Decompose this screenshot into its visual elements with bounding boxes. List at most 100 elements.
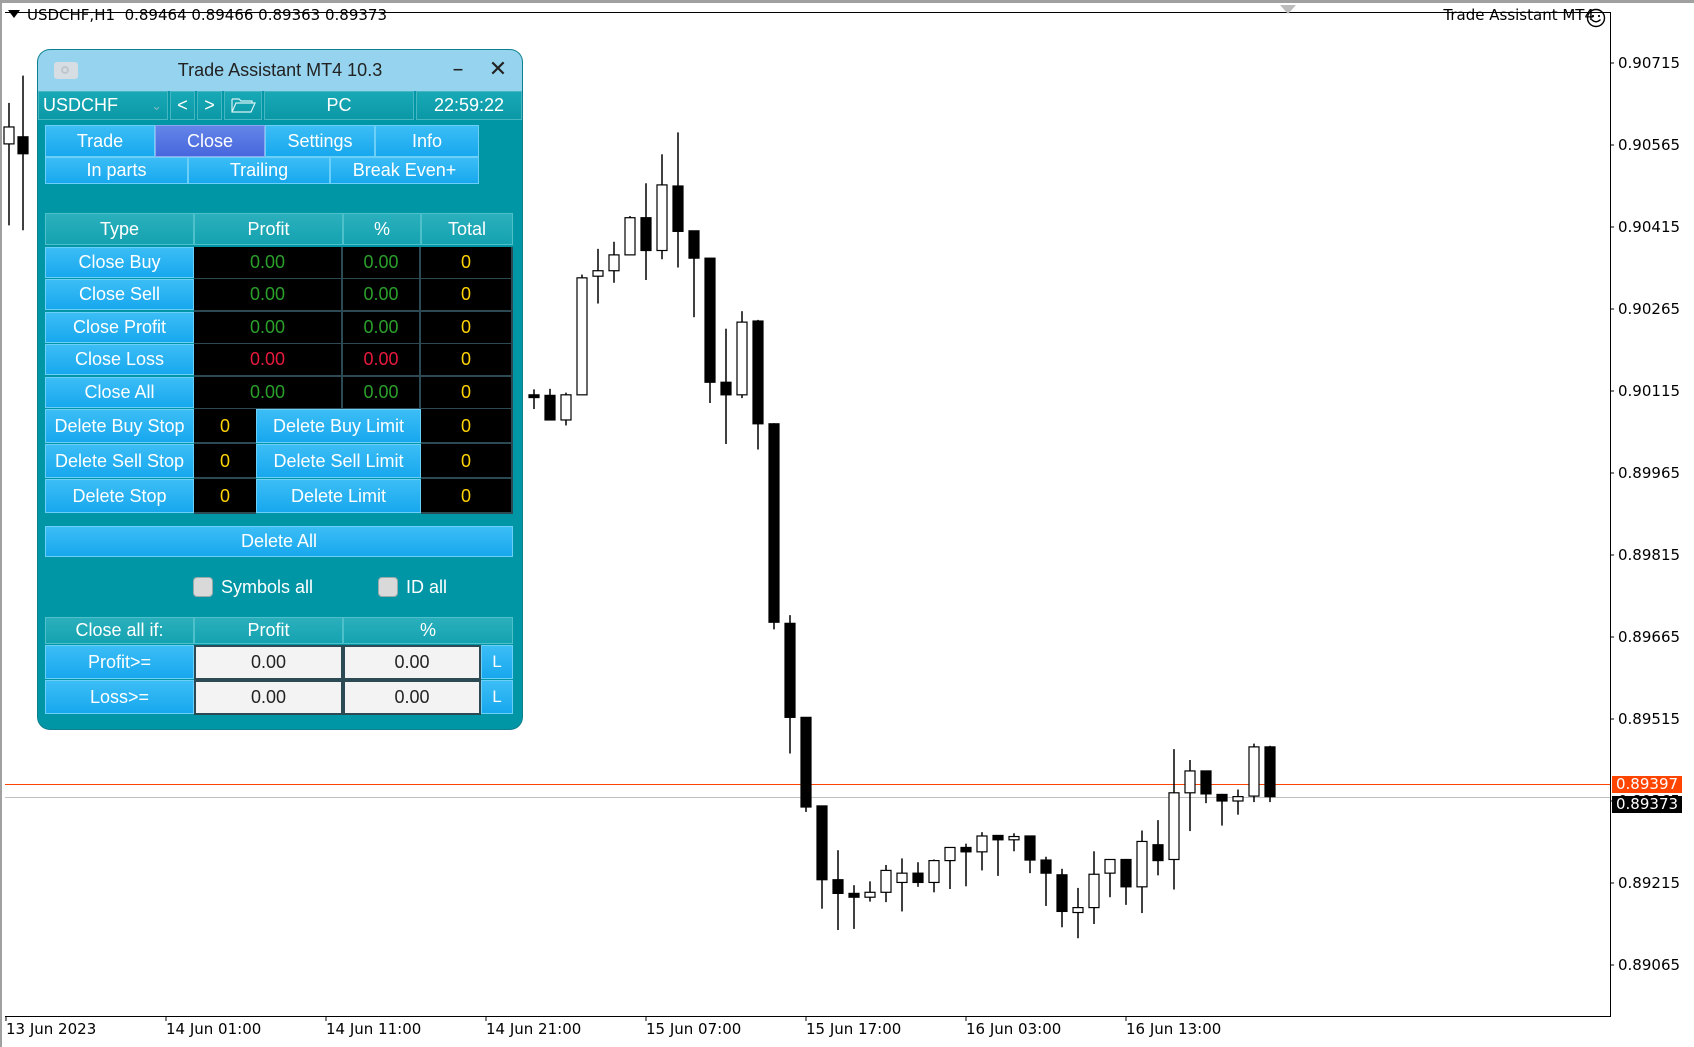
open-folder-button[interactable]	[224, 91, 262, 120]
close-if-percent-input[interactable]: 0.00	[343, 680, 481, 715]
row-percent-value: 0.00	[343, 344, 421, 378]
close-if-header-1: Profit	[194, 617, 343, 644]
symbols-all-label: Symbols all	[221, 577, 314, 597]
price-axis-label: 0.90415	[1618, 218, 1681, 236]
pending-count: 0	[421, 479, 513, 514]
pending-count: 0	[194, 444, 256, 479]
subtab-trailing[interactable]: Trailing	[188, 157, 330, 184]
lock-toggle-button[interactable]: L	[481, 645, 513, 679]
row-profit-value: 0.00	[194, 279, 343, 313]
panel-titlebar[interactable]: Trade Assistant MT4 10.3 – ✕	[38, 50, 522, 91]
close-loss-button[interactable]: Close Loss	[45, 344, 194, 376]
expert-advisor-label: Trade Assistant MT4	[1443, 6, 1594, 24]
table-header-profit: Profit	[194, 213, 343, 245]
profit-threshold-label[interactable]: Profit>=	[45, 645, 194, 679]
close-button[interactable]: ✕	[486, 56, 510, 84]
server-time: 22:59:22	[416, 91, 522, 120]
tab-trade[interactable]: Trade	[45, 125, 155, 157]
row-total-value: 0	[421, 311, 513, 345]
subtab-in-parts[interactable]: In parts	[45, 157, 188, 184]
symbol-select-value: USDCHF	[43, 95, 118, 115]
row-percent-value: 0.00	[343, 376, 421, 410]
price-axis-label: 0.89065	[1618, 956, 1681, 974]
price-axis-label: 0.89815	[1618, 546, 1681, 564]
row-total-value: 0	[421, 247, 513, 280]
table-header-percent: %	[343, 213, 421, 245]
ask-price-tag: 0.89397	[1612, 775, 1683, 793]
delete-limit-button[interactable]: Delete Limit	[256, 479, 421, 513]
chart-menu-triangle-icon[interactable]	[8, 10, 20, 18]
price-axis-label: 0.89665	[1618, 628, 1681, 646]
lock-toggle-button[interactable]: L	[481, 680, 513, 714]
id-all-checkbox[interactable]	[378, 577, 398, 597]
prev-symbol-button[interactable]: <	[170, 91, 195, 120]
symbol-select[interactable]: USDCHF ⌄	[38, 91, 168, 120]
time-axis-label: 15 Jun 07:00	[646, 1020, 742, 1038]
row-profit-value: 0.00	[194, 344, 343, 378]
delete-buy-stop-button[interactable]: Delete Buy Stop	[45, 409, 194, 443]
delete-buy-limit-button[interactable]: Delete Buy Limit	[256, 409, 421, 443]
chart-shift-marker-icon[interactable]	[1280, 5, 1296, 14]
time-axis-label: 14 Jun 01:00	[166, 1020, 262, 1038]
row-percent-value: 0.00	[343, 279, 421, 313]
symbol-timeframe: USDCHF,H1	[27, 6, 116, 24]
row-total-value: 0	[421, 344, 513, 378]
time-axis-label: 16 Jun 03:00	[966, 1020, 1062, 1038]
close-profit-button[interactable]: Close Profit	[45, 311, 194, 343]
pending-count: 0	[194, 409, 256, 444]
delete-stop-button[interactable]: Delete Stop	[45, 479, 194, 513]
minimize-button[interactable]: –	[446, 56, 470, 84]
symbols-all-checkbox[interactable]	[193, 577, 213, 597]
tab-settings[interactable]: Settings	[265, 125, 375, 157]
row-total-value: 0	[421, 279, 513, 313]
row-profit-value: 0.00	[194, 376, 343, 410]
smiley-icon[interactable]	[1586, 8, 1606, 28]
pending-count: 0	[421, 444, 513, 479]
close-if-profit-input[interactable]: 0.00	[194, 645, 343, 680]
delete-sell-limit-button[interactable]: Delete Sell Limit	[256, 444, 421, 478]
price-axis-label: 0.89965	[1618, 464, 1681, 482]
pending-count: 0	[421, 409, 513, 444]
next-symbol-button[interactable]: >	[197, 91, 222, 120]
table-header-type: Type	[45, 213, 194, 245]
price-axis-label: 0.90265	[1618, 300, 1681, 318]
folder-icon	[231, 98, 256, 113]
delete-all-button[interactable]: Delete All	[45, 526, 513, 557]
close-if-header-2: %	[343, 617, 513, 644]
delete-sell-stop-button[interactable]: Delete Sell Stop	[45, 444, 194, 478]
table-header-total: Total	[421, 213, 513, 245]
ohlc-values: 0.89464 0.89466 0.89363 0.89373	[124, 6, 387, 24]
pending-count: 0	[194, 479, 256, 514]
price-axis-label: 0.90115	[1618, 382, 1681, 400]
time-axis-label: 14 Jun 11:00	[326, 1020, 422, 1038]
time-axis-label: 16 Jun 13:00	[1126, 1020, 1222, 1038]
close-buy-button[interactable]: Close Buy	[45, 247, 194, 278]
row-profit-value: 0.00	[194, 247, 343, 280]
id-all-label: ID all	[406, 577, 448, 597]
price-axis-label: 0.90715	[1618, 54, 1681, 72]
chart-header: USDCHF,H1 0.89464 0.89466 0.89363 0.8937…	[8, 6, 387, 24]
close-if-percent-input[interactable]: 0.00	[343, 645, 481, 680]
time-axis-label: 13 Jun 2023	[6, 1020, 97, 1038]
close-if-header-0: Close all if:	[45, 617, 194, 644]
price-axis-label: 0.89215	[1618, 874, 1681, 892]
tab-info[interactable]: Info	[375, 125, 479, 157]
mode-indicator[interactable]: PC	[264, 91, 414, 120]
time-axis-label: 15 Jun 17:00	[806, 1020, 902, 1038]
row-total-value: 0	[421, 376, 513, 410]
bid-price-tag: 0.89373	[1612, 795, 1683, 813]
trade-assistant-panel: Trade Assistant MT4 10.3 – ✕ USDCHF ⌄ < …	[38, 50, 522, 729]
loss-threshold-label[interactable]: Loss>=	[45, 680, 194, 714]
chevron-down-icon: ⌄	[151, 98, 162, 113]
time-axis-label: 14 Jun 21:00	[486, 1020, 582, 1038]
row-percent-value: 0.00	[343, 311, 421, 345]
close-if-profit-input[interactable]: 0.00	[194, 680, 343, 715]
row-percent-value: 0.00	[343, 247, 421, 280]
close-all-button[interactable]: Close All	[45, 376, 194, 408]
close-sell-button[interactable]: Close Sell	[45, 279, 194, 311]
subtab-break-even[interactable]: Break Even+	[330, 157, 479, 184]
price-axis-label: 0.90565	[1618, 136, 1681, 154]
row-profit-value: 0.00	[194, 311, 343, 345]
price-axis-label: 0.89515	[1618, 710, 1681, 728]
tab-close[interactable]: Close	[155, 125, 265, 157]
